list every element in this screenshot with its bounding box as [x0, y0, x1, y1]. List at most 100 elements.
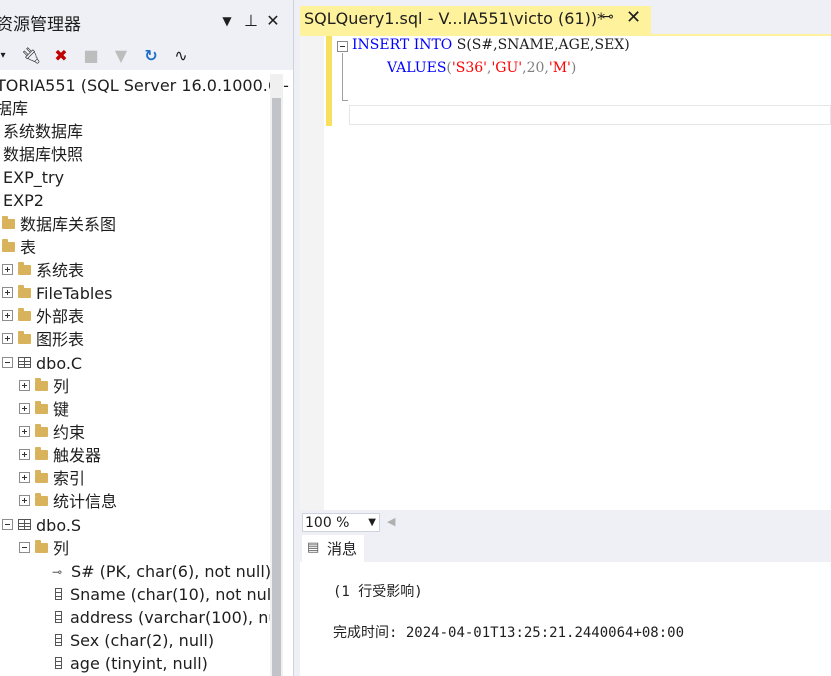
tree-node-column-sex[interactable]: Sex (char(2), null)	[55, 629, 214, 652]
tree-node-dbo-s[interactable]: dbo.S	[2, 514, 81, 537]
tree-node-exp2[interactable]: EXP2	[3, 189, 44, 212]
tree-node-label: 键	[53, 400, 70, 419]
folder-icon	[18, 330, 31, 344]
tree-node-label: 系统表	[36, 261, 85, 280]
column-icon	[55, 633, 62, 646]
tree-node-label: 图形表	[36, 330, 85, 349]
folder-icon	[18, 307, 31, 321]
pin-tab-icon[interactable]: ⊸	[602, 9, 614, 25]
close-tab-icon[interactable]: ✕	[626, 7, 641, 28]
tree-node-s-columns[interactable]: 列	[19, 537, 69, 560]
object-explorer: 资源管理器 ▼ ⊥ ✕ ▾ 🔌︎ ✖ ■ ▼ ↻ ∿ TORIA551 (SQL…	[0, 0, 293, 676]
tree-node-label: dbo.C	[36, 354, 83, 373]
completion-time-message: 完成时间: 2024-04-01T13:25:21.2440064+08:00	[333, 622, 684, 642]
tree-node-exp-try[interactable]: EXP_try	[3, 166, 64, 189]
connect-dropdown-icon[interactable]: ▾	[0, 45, 14, 67]
tree-node-databases[interactable]: 据库	[0, 97, 28, 120]
stop-icon[interactable]: ■	[80, 45, 102, 67]
column-icon	[55, 656, 62, 669]
expand-icon[interactable]	[19, 380, 30, 391]
collapse-icon[interactable]	[2, 357, 13, 368]
collapse-icon[interactable]	[2, 519, 13, 530]
tree-node-label: EXP_try	[3, 168, 65, 187]
expand-icon[interactable]	[19, 403, 30, 414]
tree-node-label: address (varchar(100), nu	[70, 608, 279, 627]
zoom-select[interactable]: 100 % ▼	[302, 513, 380, 532]
tree-node-external-tables[interactable]: 外部表	[2, 305, 84, 328]
tree-node-c-constraints[interactable]: 约束	[19, 421, 85, 444]
filter-icon[interactable]: ▼	[110, 45, 132, 67]
tree-node-c-indexes[interactable]: 索引	[19, 467, 85, 490]
chevron-down-icon[interactable]: ▼	[368, 514, 376, 532]
string-literal: 'M'	[548, 60, 571, 76]
tree-node-c-keys[interactable]: 键	[19, 398, 69, 421]
tree-node-label: age (tinyint, null)	[70, 654, 208, 673]
expand-icon[interactable]	[19, 495, 30, 506]
tree-node-label: 外部表	[36, 307, 85, 326]
pin-icon[interactable]: ⊥	[240, 10, 262, 32]
tree-node-column-address[interactable]: address (varchar(100), nu	[55, 606, 278, 629]
code-collapse-icon[interactable]	[337, 41, 348, 52]
keyword-values: VALUES	[387, 60, 447, 76]
object-explorer-tree: TORIA551 (SQL Server 16.0.1000.6 - 据库 系统…	[0, 74, 289, 676]
tree-node-label: 数据库快照	[3, 145, 84, 164]
code-target: S(S#,SNAME,AGE,SEX)	[456, 37, 630, 53]
tree-node-graph-tables[interactable]: 图形表	[2, 328, 84, 351]
tree-node-column-s-id[interactable]: ⊸ S# (PK, char(6), not null)	[52, 560, 271, 583]
sql-code-editor[interactable]: INSERT INTO S(S#,SNAME,AGE,SEX) VALUES('…	[300, 36, 831, 510]
expand-icon[interactable]	[2, 264, 13, 275]
tree-node-c-columns[interactable]: 列	[19, 375, 69, 398]
tree-node-system-databases[interactable]: 系统数据库	[3, 120, 83, 143]
tree-node-filetables[interactable]: FileTables	[2, 282, 112, 305]
disconnect-icon[interactable]: ✖	[50, 45, 72, 67]
refresh-icon[interactable]: ↻	[140, 45, 162, 67]
tree-node-label: 触发器	[53, 446, 102, 465]
expand-icon[interactable]	[19, 426, 30, 437]
window-position-dropdown-icon[interactable]: ▼	[216, 10, 238, 32]
tree-node-database-snapshots[interactable]: 数据库快照	[3, 143, 83, 166]
table-icon	[18, 357, 31, 368]
outline-line-end	[342, 100, 348, 101]
tree-node-dbo-c[interactable]: dbo.C	[2, 352, 82, 375]
tree-node-c-triggers[interactable]: 触发器	[19, 444, 101, 467]
key-icon: ⊸	[52, 565, 63, 579]
unsaved-change-bar	[326, 36, 332, 126]
tree-node-label: Sex (char(2), null)	[70, 631, 215, 650]
tree-node-label: 约束	[53, 423, 86, 442]
folder-icon	[35, 539, 48, 553]
tree-node-system-tables[interactable]: 系统表	[2, 259, 84, 282]
plug-icon[interactable]: 🔌︎	[20, 45, 42, 67]
editor-zoom-bar: 100 % ▼ ◀	[300, 510, 831, 534]
scrollbar-thumb[interactable]	[272, 98, 281, 676]
activity-monitor-icon[interactable]: ∿	[170, 45, 192, 67]
expand-icon[interactable]	[19, 472, 30, 483]
tree-node-label: dbo.S	[36, 516, 82, 535]
tree-vertical-scrollbar[interactable]	[270, 74, 283, 676]
tab-messages[interactable]: ▤ 消息	[302, 535, 364, 562]
table-icon	[18, 519, 31, 530]
tree-node-column-sname[interactable]: Sname (char(10), not null)	[55, 583, 282, 606]
tree-node-c-statistics[interactable]: 统计信息	[19, 490, 117, 513]
folder-icon	[35, 492, 48, 506]
folder-icon	[35, 377, 48, 391]
tree-node-label: 系统数据库	[3, 122, 84, 141]
collapse-icon[interactable]	[19, 542, 30, 553]
panel-splitter[interactable]	[293, 0, 300, 676]
tree-node-server[interactable]: TORIA551 (SQL Server 16.0.1000.6 -	[0, 74, 289, 97]
expand-icon[interactable]	[19, 449, 30, 460]
tree-node-column-age[interactable]: age (tinyint, null)	[55, 652, 208, 675]
expand-icon[interactable]	[2, 333, 13, 344]
tab-title: SQLQuery1.sql - V...IA551\victo (61))*	[304, 9, 606, 28]
expand-icon[interactable]	[2, 287, 13, 298]
tree-node-database-diagrams[interactable]: 数据库关系图	[2, 213, 116, 236]
keyword-insert: INSERT	[352, 37, 410, 53]
scroll-left-icon[interactable]: ◀	[387, 515, 395, 528]
outline-line	[342, 53, 343, 101]
close-icon[interactable]: ✕	[262, 10, 284, 32]
string-literal: 'S36'	[451, 60, 487, 76]
tab-sqlquery1[interactable]: SQLQuery1.sql - V...IA551\victo (61))* ⊸…	[300, 6, 651, 34]
expand-icon[interactable]	[2, 310, 13, 321]
object-explorer-title: 资源管理器	[0, 15, 81, 35]
completion-label: 完成时间:	[333, 625, 398, 641]
tree-node-tables[interactable]: 表	[2, 236, 36, 259]
